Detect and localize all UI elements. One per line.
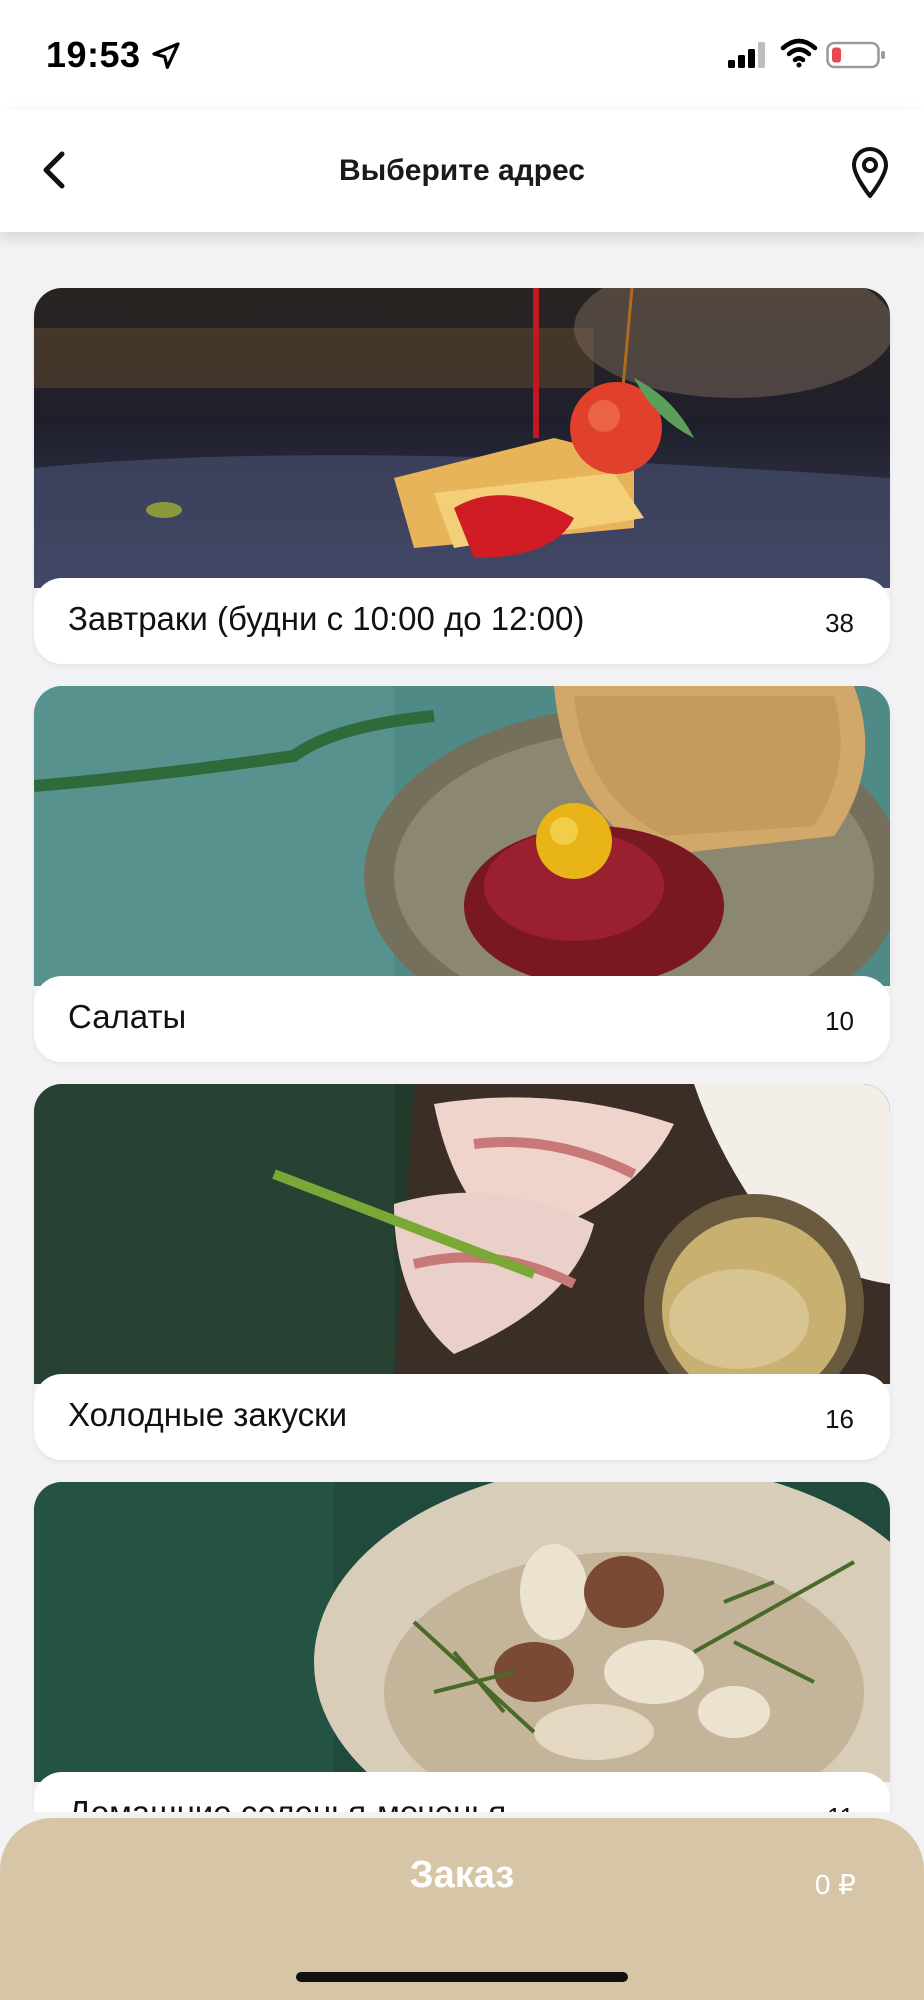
map-pin-icon: [852, 147, 888, 198]
category-card-breakfast[interactable]: Завтраки (будни с 10:00 до 12:00) 38: [34, 288, 890, 664]
category-count: 38: [825, 608, 854, 638]
category-list[interactable]: Завтраки (будни с 10:00 до 12:00) 38 Сал…: [0, 232, 924, 1812]
category-label-bar: Салаты 10: [34, 976, 890, 1062]
category-image-salads: [34, 686, 890, 986]
category-image-cold-snacks: [34, 1084, 890, 1384]
map-pin-button[interactable]: [846, 144, 894, 200]
category-name: Завтраки (будни с 10:00 до 12:00): [68, 600, 585, 637]
category-label-bar: Холодные закуски 16: [34, 1374, 890, 1460]
cellular-signal-icon: [728, 42, 765, 68]
category-label-bar: Домашние соленья-моченья 11: [34, 1772, 890, 1812]
page-title: Выберите адрес: [338, 154, 585, 187]
category-card-cold-snacks[interactable]: Холодные закуски 16: [34, 1084, 890, 1460]
home-indicator[interactable]: [296, 1972, 628, 1982]
category-label-bar: Завтраки (будни с 10:00 до 12:00) 38: [34, 578, 890, 664]
order-bar[interactable]: Заказ 0 ₽: [0, 1818, 924, 2000]
status-bar: 19:53: [0, 0, 924, 110]
category-image-pickles: [34, 1482, 890, 1782]
category-card-salads[interactable]: Салаты 10: [34, 686, 890, 1062]
nav-bar: Выберите адрес: [0, 110, 924, 232]
category-name: Домашние соленья-моченья: [68, 1794, 506, 1812]
wifi-icon: [780, 38, 818, 68]
category-card-pickles[interactable]: Домашние соленья-моченья 11: [34, 1482, 890, 1812]
order-total: 0 ₽: [814, 1869, 856, 1900]
category-image-breakfast: [34, 288, 890, 588]
category-name: Салаты: [68, 998, 187, 1035]
order-button-label[interactable]: Заказ: [0, 1854, 924, 1897]
status-time: 19:53: [46, 34, 141, 75]
battery-low-icon: [826, 41, 885, 69]
category-name: Холодные закуски: [68, 1396, 348, 1433]
category-count: 10: [825, 1006, 854, 1036]
location-arrow-icon: [152, 42, 180, 69]
category-count: 11: [827, 1802, 854, 1812]
category-count: 16: [825, 1404, 854, 1434]
